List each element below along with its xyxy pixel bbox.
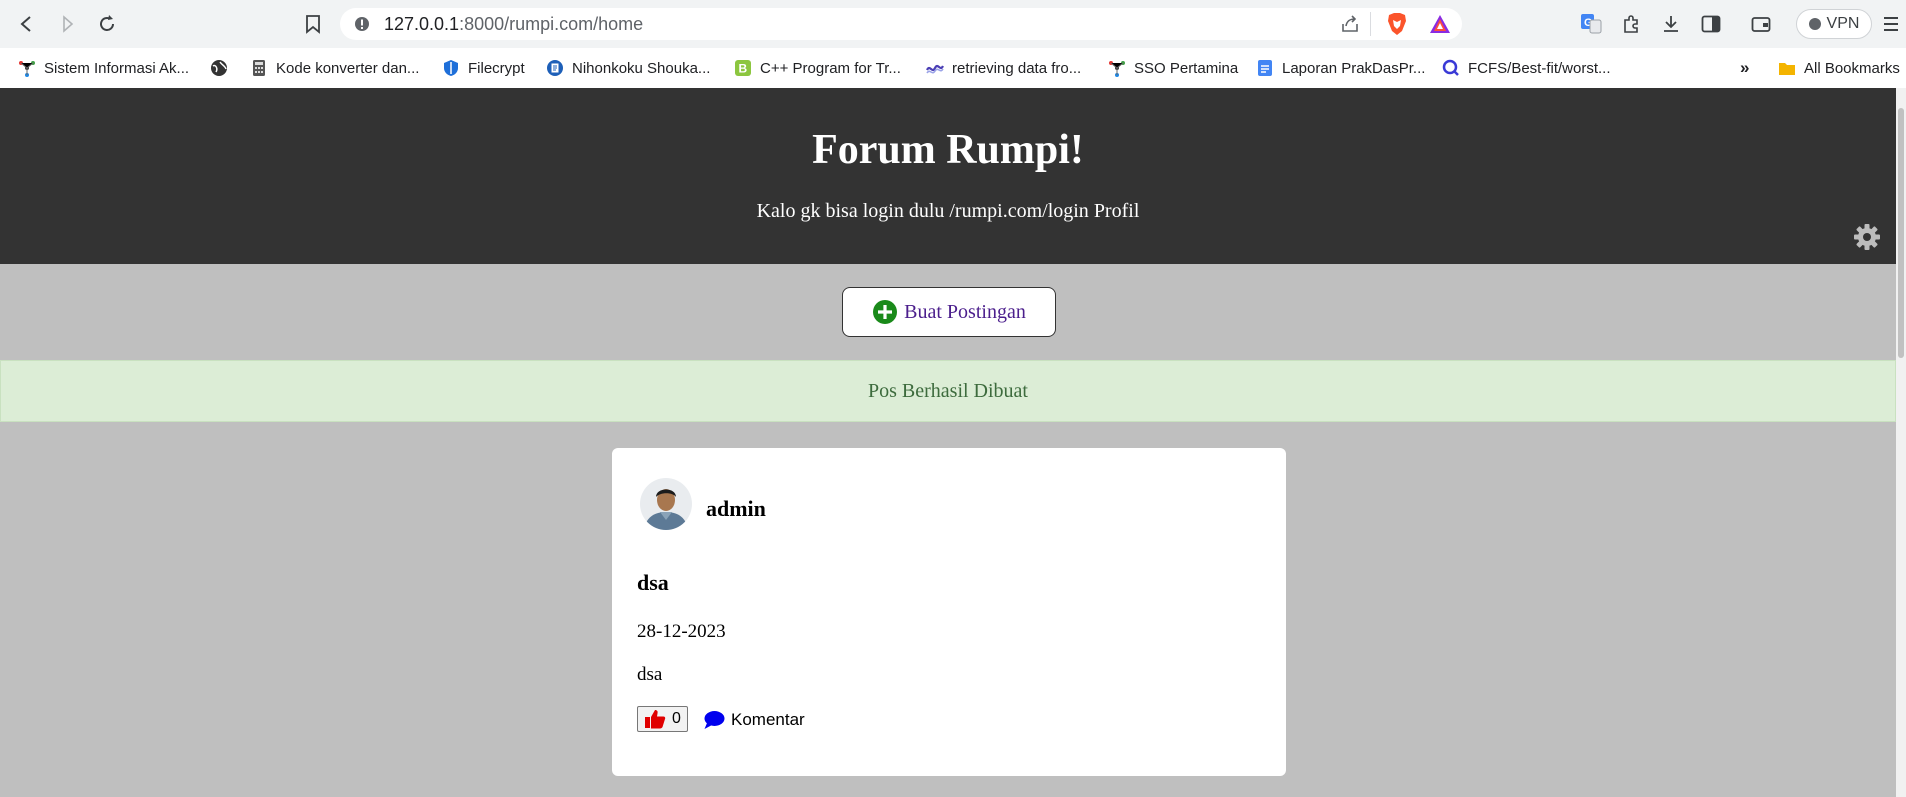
scrollbar-thumb[interactable]	[1898, 108, 1904, 358]
create-post-button[interactable]: Buat Postingan	[842, 287, 1056, 337]
url-path: :8000/rumpi.com/home	[459, 14, 644, 34]
site-subtitle: Kalo gk bisa login dulu /rumpi.com/login…	[0, 200, 1896, 223]
bookmark-item[interactable]: Laporan PrakDasPr...	[1256, 56, 1425, 80]
brave-rewards-icon[interactable]	[1428, 13, 1452, 40]
wallet-icon[interactable]	[1746, 10, 1776, 38]
url-host: 127.0.0.1	[384, 14, 460, 34]
bookmark-label: Kode konverter dan...	[276, 59, 420, 77]
google-docs-icon	[1258, 60, 1272, 76]
login-hint: Kalo gk bisa login dulu /rumpi.com/login	[756, 200, 1089, 222]
profile-link[interactable]: Profil	[1094, 200, 1140, 222]
brave-shield-icon[interactable]	[1386, 12, 1408, 41]
bookmark-label: Sistem Informasi Ak...	[44, 59, 190, 77]
forward-icon[interactable]	[52, 10, 82, 38]
bookmark-label: SSO Pertamina	[1134, 59, 1239, 77]
site-title: Forum Rumpi!	[812, 127, 1084, 173]
network-icon	[19, 61, 35, 77]
comment-label: Komentar	[731, 710, 805, 729]
bookmark-label: Laporan PrakDasPr...	[1282, 59, 1426, 77]
back-icon[interactable]	[12, 10, 42, 38]
post-author[interactable]: admin	[706, 496, 766, 522]
extensions-icon[interactable]	[1616, 10, 1646, 38]
reload-icon[interactable]	[92, 10, 122, 38]
shield-icon	[444, 60, 458, 76]
bookmark-item[interactable]: SSO Pertamina	[1108, 56, 1238, 80]
site-header: Forum Rumpi! Kalo gk bisa login dulu /ru…	[0, 88, 1896, 264]
svg-text:B: B	[739, 62, 748, 76]
translate-icon[interactable]: G	[1576, 10, 1606, 38]
post-title: dsa	[637, 570, 669, 595]
bookmark-label: Nihonkoku Shouka...	[572, 59, 711, 77]
address-bar[interactable]: 127.0.0.1:8000/rumpi.com/home	[340, 8, 1462, 40]
bookmark-label: retrieving data fro...	[952, 59, 1082, 77]
like-button[interactable]: 0	[637, 706, 688, 732]
vpn-button[interactable]: VPN	[1796, 9, 1872, 39]
avatar	[640, 478, 692, 530]
post-card: admin dsa 28-12-2023 dsa 0 Komentar	[612, 448, 1286, 776]
bookmark-icon[interactable]	[298, 10, 328, 38]
like-count: 0	[672, 710, 681, 727]
all-bookmarks-label: All Bookmarks	[1804, 59, 1900, 77]
share-icon[interactable]	[1340, 14, 1360, 39]
more-bookmarks-label: »	[1740, 58, 1750, 77]
create-post-label: Buat Postingan	[904, 300, 1026, 323]
bookmark-item[interactable]	[210, 56, 228, 80]
download-icon[interactable]	[1656, 10, 1686, 38]
bookmark-item[interactable]: retrieving data fro...	[926, 56, 1081, 80]
comment-button[interactable]: Komentar	[703, 707, 805, 733]
comment-icon	[704, 711, 725, 729]
vpn-label: VPN	[1826, 15, 1860, 32]
post-date: 28-12-2023	[637, 621, 726, 642]
blogger-icon: B	[735, 60, 751, 76]
globe-icon	[211, 60, 227, 76]
success-alert-text: Pos Berhasil Dibuat	[868, 379, 1028, 402]
bookmark-item[interactable]: Kode konverter dan...	[250, 56, 419, 80]
thumbs-up-icon	[645, 710, 666, 729]
page-scrollbar[interactable]	[1896, 88, 1906, 797]
url-text[interactable]: 127.0.0.1:8000/rumpi.com/home	[384, 14, 643, 35]
sidebar-icon[interactable]	[1696, 10, 1726, 38]
bookmark-label: FCFS/Best-fit/worst...	[1468, 59, 1611, 77]
bookmark-item[interactable]: Filecrypt	[442, 56, 525, 80]
search-icon	[1442, 59, 1459, 76]
bookmark-label: Filecrypt	[468, 59, 525, 77]
calculator-icon	[253, 60, 265, 76]
document-icon	[547, 60, 563, 76]
post-body: dsa	[637, 664, 663, 685]
more-bookmarks-button[interactable]: »	[1740, 56, 1749, 80]
site-info-icon[interactable]	[354, 16, 370, 37]
folder-icon	[1779, 63, 1795, 75]
wave-icon	[926, 64, 944, 74]
vpn-status-icon	[1808, 18, 1821, 30]
bookmark-item[interactable]: Nihonkoku Shouka...	[546, 56, 710, 80]
gear-icon[interactable]	[1852, 222, 1882, 252]
all-bookmarks-button[interactable]: All Bookmarks	[1778, 56, 1900, 80]
success-alert: Pos Berhasil Dibuat	[0, 360, 1896, 422]
bookmark-item[interactable]: B C++ Program for Tr...	[734, 56, 901, 80]
plus-circle-icon	[873, 300, 898, 324]
bookmark-item[interactable]: FCFS/Best-fit/worst...	[1442, 56, 1611, 80]
browser-toolbar: 127.0.0.1:8000/rumpi.com/home G VPN	[0, 0, 1906, 48]
network-icon	[1109, 61, 1125, 77]
bookmark-label: C++ Program for Tr...	[760, 59, 901, 77]
bookmark-item[interactable]: Sistem Informasi Ak...	[18, 56, 189, 80]
menu-icon[interactable]	[1876, 10, 1906, 38]
url-divider	[1370, 12, 1371, 36]
bookmarks-bar: Sistem Informasi Ak... Kode konverter da…	[0, 48, 1906, 89]
